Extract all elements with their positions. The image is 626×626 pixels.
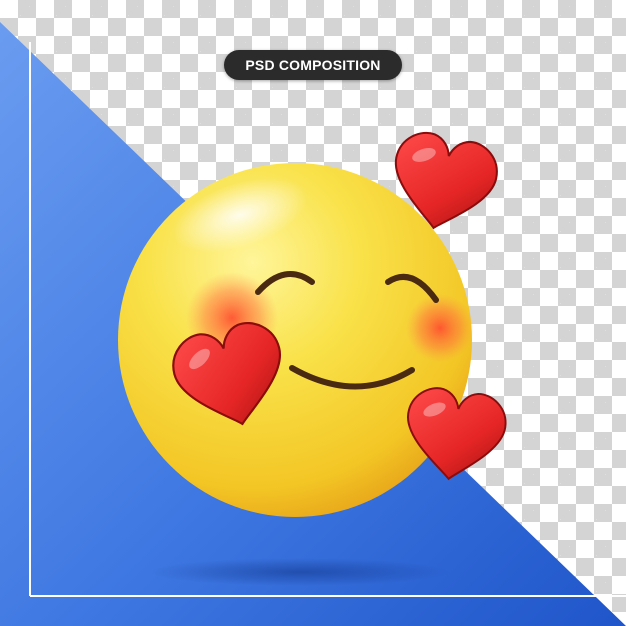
smiling-face-emoji (118, 163, 474, 517)
illustration-canvas (0, 22, 626, 626)
right-cheek-blush (406, 294, 474, 362)
emoji-shadow (150, 558, 450, 586)
badge-label: PSD COMPOSITION (245, 57, 381, 73)
psd-composition-badge: PSD COMPOSITION (224, 50, 402, 80)
psd-composition-preview: PSD COMPOSITION (0, 0, 626, 626)
